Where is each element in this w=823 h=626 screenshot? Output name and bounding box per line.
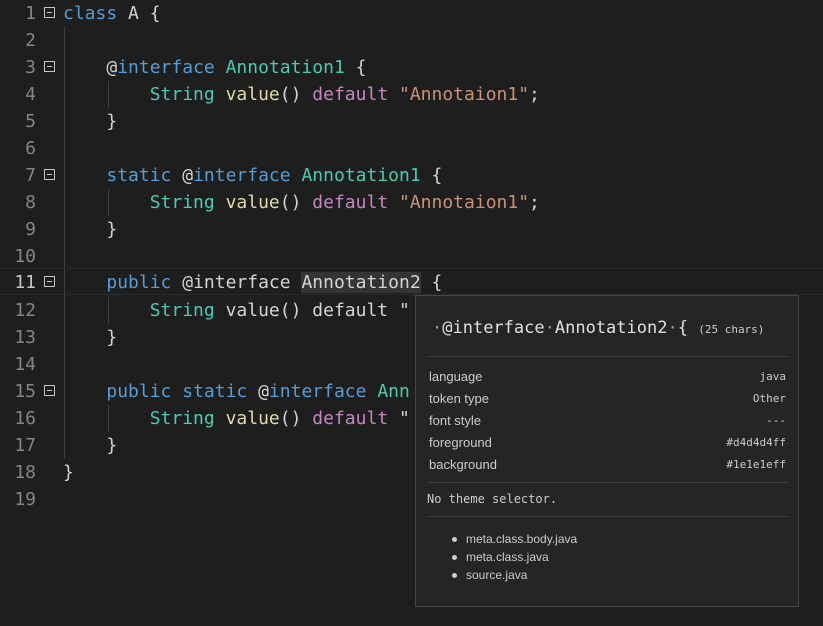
code-text[interactable]: } bbox=[63, 459, 74, 486]
property-row: token type Other bbox=[429, 388, 786, 410]
hover-token-title: ·@interface·Annotation2·{ (25 chars) bbox=[432, 318, 765, 338]
line-number: 8 bbox=[25, 192, 36, 213]
line-number: 13 bbox=[14, 327, 36, 348]
property-key: font style bbox=[429, 413, 482, 428]
line-number: 10 bbox=[14, 246, 36, 267]
token-inspector-hover[interactable]: ·@interface·Annotation2·{ (25 chars) lan… bbox=[415, 295, 799, 607]
property-row: background #1e1e1eff bbox=[429, 454, 786, 476]
property-value: #d4d4d4ff bbox=[726, 436, 786, 449]
property-value: Other bbox=[752, 392, 786, 405]
line-number: 19 bbox=[14, 489, 36, 510]
code-line[interactable]: 9 } bbox=[0, 216, 823, 243]
line-number: 15 bbox=[14, 381, 36, 402]
scope-item: source.java bbox=[451, 566, 577, 584]
word-highlight: Annotation2 bbox=[301, 272, 421, 293]
line-number: 9 bbox=[25, 219, 36, 240]
code-text[interactable]: String value() default " bbox=[63, 297, 410, 324]
property-key: token type bbox=[429, 391, 489, 406]
code-text[interactable]: @interface Annotation1 { bbox=[63, 54, 366, 81]
line-number: 16 bbox=[14, 408, 36, 429]
code-line[interactable]: 8 String value() default "Annotaion1"; bbox=[0, 189, 823, 216]
property-row: font style --- bbox=[429, 410, 786, 432]
property-key: language bbox=[429, 369, 483, 384]
divider bbox=[427, 356, 789, 357]
code-line[interactable]: 5 } bbox=[0, 108, 823, 135]
code-text[interactable]: String value() default "Annotaion1"; bbox=[63, 81, 540, 108]
line-number: 2 bbox=[25, 30, 36, 51]
fold-collapse-icon[interactable] bbox=[44, 169, 55, 180]
code-line[interactable]: 1 class A { bbox=[0, 0, 823, 27]
property-value: #1e1e1eff bbox=[726, 458, 786, 471]
property-row: language java bbox=[429, 366, 786, 388]
divider bbox=[427, 516, 789, 517]
divider bbox=[427, 482, 789, 483]
code-line[interactable]: 4 String value() default "Annotaion1"; bbox=[0, 81, 823, 108]
theme-selector-note: No theme selector. bbox=[427, 492, 558, 506]
code-text[interactable]: class A { bbox=[63, 0, 161, 27]
code-line[interactable]: 3 @interface Annotation1 { bbox=[0, 54, 823, 81]
code-text[interactable]: String value() default " bbox=[63, 405, 410, 432]
line-number: 14 bbox=[14, 354, 36, 375]
code-text[interactable]: static @interface Annotation1 { bbox=[63, 162, 442, 189]
line-number: 6 bbox=[25, 138, 36, 159]
char-count: (25 chars) bbox=[698, 323, 765, 336]
property-row: foreground #d4d4d4ff bbox=[429, 432, 786, 454]
code-text[interactable]: } bbox=[63, 108, 117, 135]
code-text[interactable]: } bbox=[63, 216, 117, 243]
scope-list: meta.class.body.java meta.class.java sou… bbox=[451, 530, 578, 584]
line-number: 17 bbox=[14, 435, 36, 456]
fold-collapse-icon[interactable] bbox=[44, 276, 55, 287]
code-line[interactable]: 10 bbox=[0, 243, 823, 270]
line-number: 5 bbox=[25, 111, 36, 132]
code-text[interactable]: public @interface Annotation2 { bbox=[63, 269, 442, 296]
property-value: --- bbox=[766, 414, 786, 427]
fold-collapse-icon[interactable] bbox=[44, 61, 55, 72]
code-line[interactable]: 6 bbox=[0, 135, 823, 162]
line-number: 11 bbox=[14, 272, 36, 293]
code-text[interactable]: } bbox=[63, 324, 117, 351]
line-number: 12 bbox=[14, 300, 36, 321]
line-number: 4 bbox=[25, 84, 36, 105]
code-text[interactable]: } bbox=[63, 432, 117, 459]
code-line-current[interactable]: 11 public @interface Annotation2 { bbox=[0, 268, 823, 295]
line-number: 3 bbox=[25, 57, 36, 78]
property-value: java bbox=[759, 370, 787, 383]
code-line[interactable]: 2 bbox=[0, 27, 823, 54]
property-key: background bbox=[429, 457, 497, 472]
code-text[interactable]: String value() default "Annotaion1"; bbox=[63, 189, 540, 216]
code-text[interactable]: public static @interface Ann bbox=[63, 378, 410, 405]
line-number: 18 bbox=[14, 462, 36, 483]
fold-collapse-icon[interactable] bbox=[44, 385, 55, 396]
line-number: 1 bbox=[25, 3, 36, 24]
scope-item: meta.class.body.java bbox=[451, 532, 578, 546]
fold-collapse-icon[interactable] bbox=[44, 7, 55, 18]
line-number: 7 bbox=[25, 165, 36, 186]
scope-item: meta.class.java bbox=[451, 548, 577, 566]
code-line[interactable]: 7 static @interface Annotation1 { bbox=[0, 162, 823, 189]
property-key: foreground bbox=[429, 435, 492, 450]
